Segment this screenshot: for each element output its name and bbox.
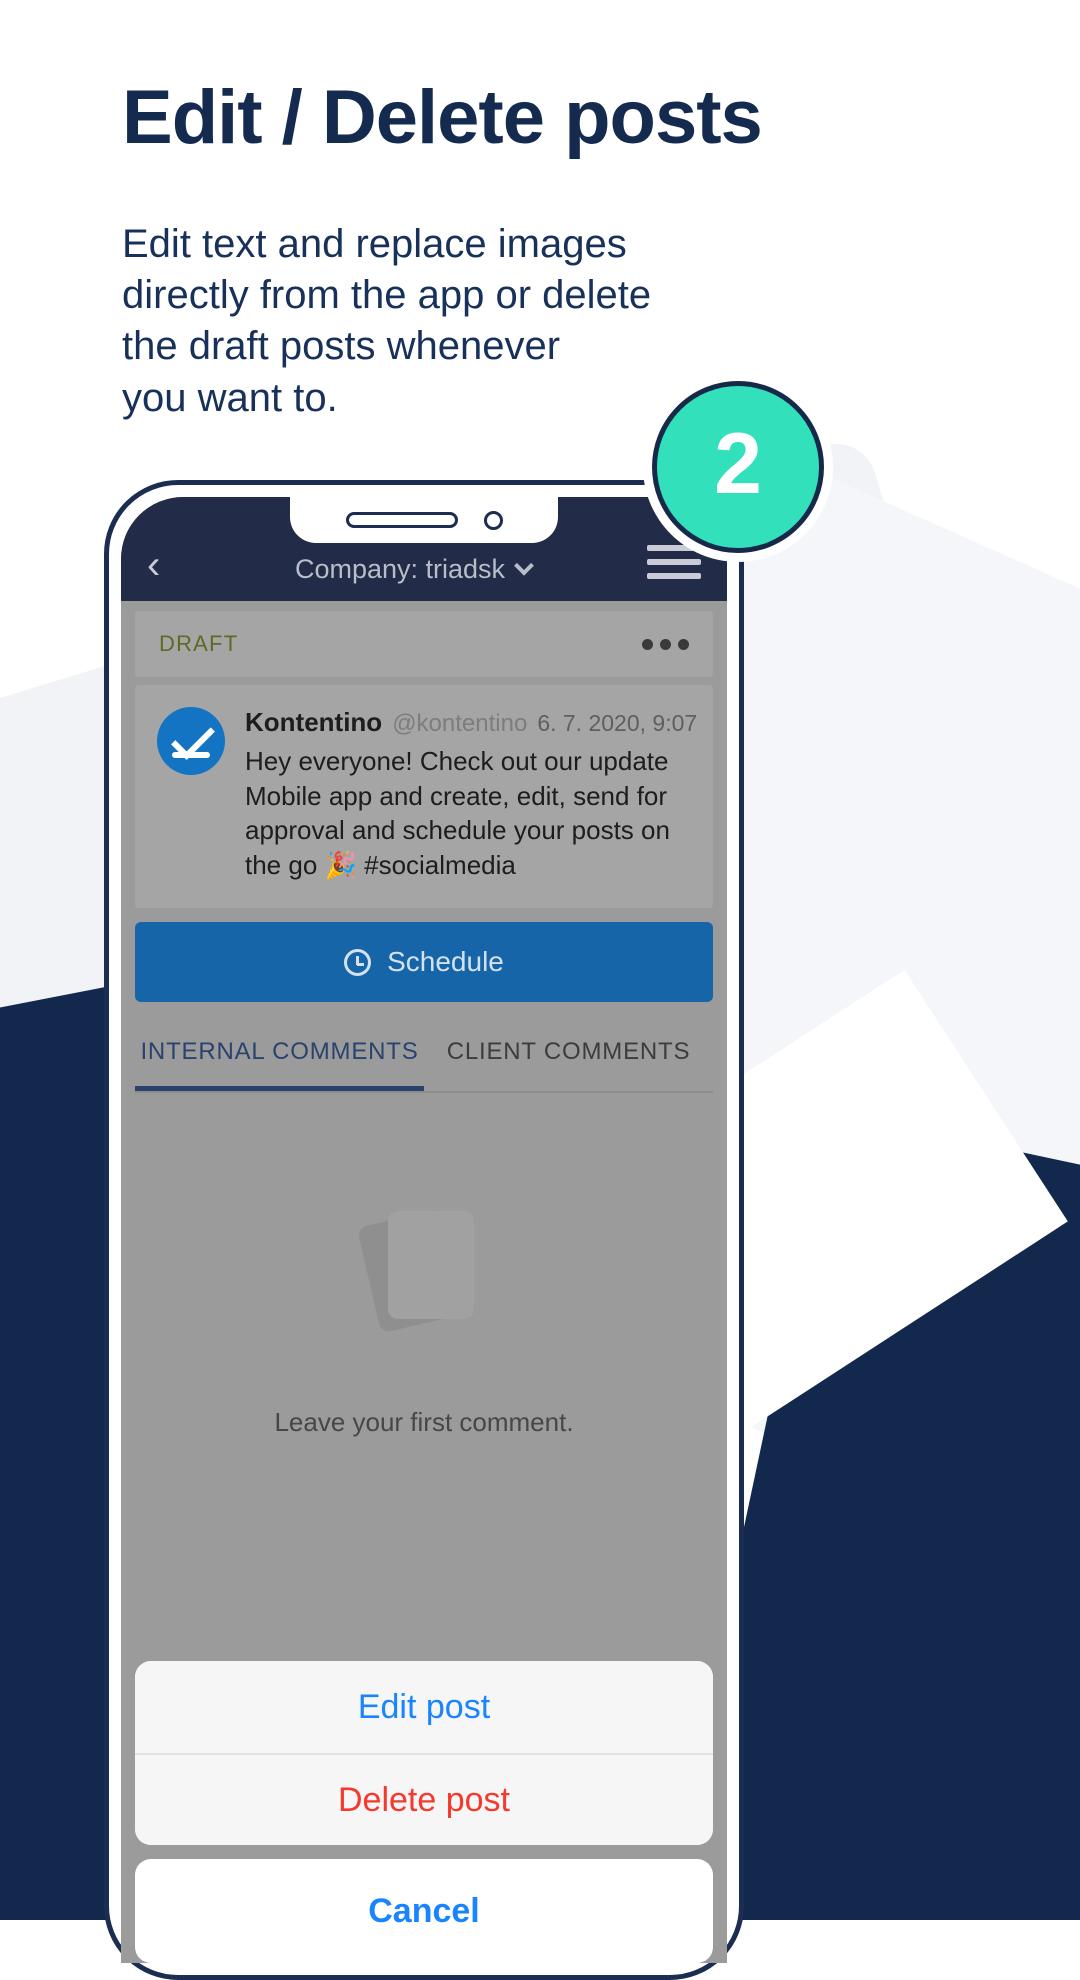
post-text: Hey everyone! Check out our update Mobil…	[245, 746, 670, 880]
step-number-label: 2	[714, 416, 762, 512]
cancel-label: Cancel	[368, 1891, 480, 1930]
edit-post-label: Edit post	[357, 1687, 491, 1726]
chevron-down-icon	[514, 555, 534, 576]
post-status-row: DRAFT	[135, 611, 713, 677]
comments-empty-state: Leave your first comment.	[135, 1093, 713, 1438]
status-badge: DRAFT	[159, 631, 239, 656]
tab-internal-comments-label: INTERNAL COMMENTS	[140, 1038, 419, 1066]
post-meta-row: Kontentino @kontentino 6. 7. 2020, 9:07	[245, 707, 697, 738]
clock-icon	[344, 948, 372, 976]
delete-post-label: Delete post	[338, 1780, 510, 1819]
tab-internal-comments[interactable]: INTERNAL COMMENTS	[135, 1016, 424, 1092]
camera-icon	[483, 510, 503, 530]
delete-post-button[interactable]: Delete post	[135, 1753, 713, 1845]
phone-screen: ‹ Company: triadsk DRAFT Kontentino @kon…	[121, 497, 727, 1963]
post-preview-card[interactable]: Kontentino @kontentino 6. 7. 2020, 9:07 …	[135, 685, 713, 909]
company-selector-label: Company: triadsk	[294, 554, 506, 584]
avatar	[157, 707, 225, 775]
action-sheet: Edit post Delete post Cancel	[135, 1661, 713, 1963]
phone-notch	[290, 497, 558, 543]
page-title: Edit / Delete posts	[122, 75, 763, 160]
step-number-badge: 2	[652, 381, 824, 553]
chevron-left-icon[interactable]: ‹	[147, 545, 195, 585]
page-subtitle: Edit text and replace images directly fr…	[122, 222, 652, 420]
cancel-button[interactable]: Cancel	[135, 1859, 713, 1963]
post-body: Kontentino @kontentino 6. 7. 2020, 9:07 …	[245, 707, 697, 882]
tab-client-comments[interactable]: CLIENT COMMENTS	[424, 1016, 713, 1091]
tab-client-comments-label: CLIENT COMMENTS	[446, 1038, 691, 1066]
comments-tabs: INTERNAL COMMENTS CLIENT COMMENTS	[135, 1016, 713, 1094]
schedule-button[interactable]: Schedule	[135, 922, 713, 1003]
edit-post-button[interactable]: Edit post	[135, 1661, 713, 1753]
action-sheet-options: Edit post Delete post	[135, 1661, 713, 1845]
empty-state-text: Leave your first comment.	[274, 1407, 574, 1438]
phone-mockup: ‹ Company: triadsk DRAFT Kontentino @kon…	[104, 480, 744, 1980]
hamburger-menu-icon[interactable]	[643, 545, 701, 585]
post-author-handle: @kontentino	[392, 710, 528, 737]
stacked-cards-icon	[356, 1209, 482, 1334]
company-selector[interactable]: Company: triadsk	[189, 554, 637, 585]
post-author-name: Kontentino	[245, 707, 383, 737]
schedule-button-label: Schedule	[387, 946, 504, 978]
promo-text-block: Edit / Delete posts Edit text and replac…	[0, 0, 1080, 424]
ellipsis-icon[interactable]	[642, 638, 689, 650]
post-timestamp: 6. 7. 2020, 9:07	[537, 710, 698, 736]
speaker-icon	[345, 512, 458, 528]
